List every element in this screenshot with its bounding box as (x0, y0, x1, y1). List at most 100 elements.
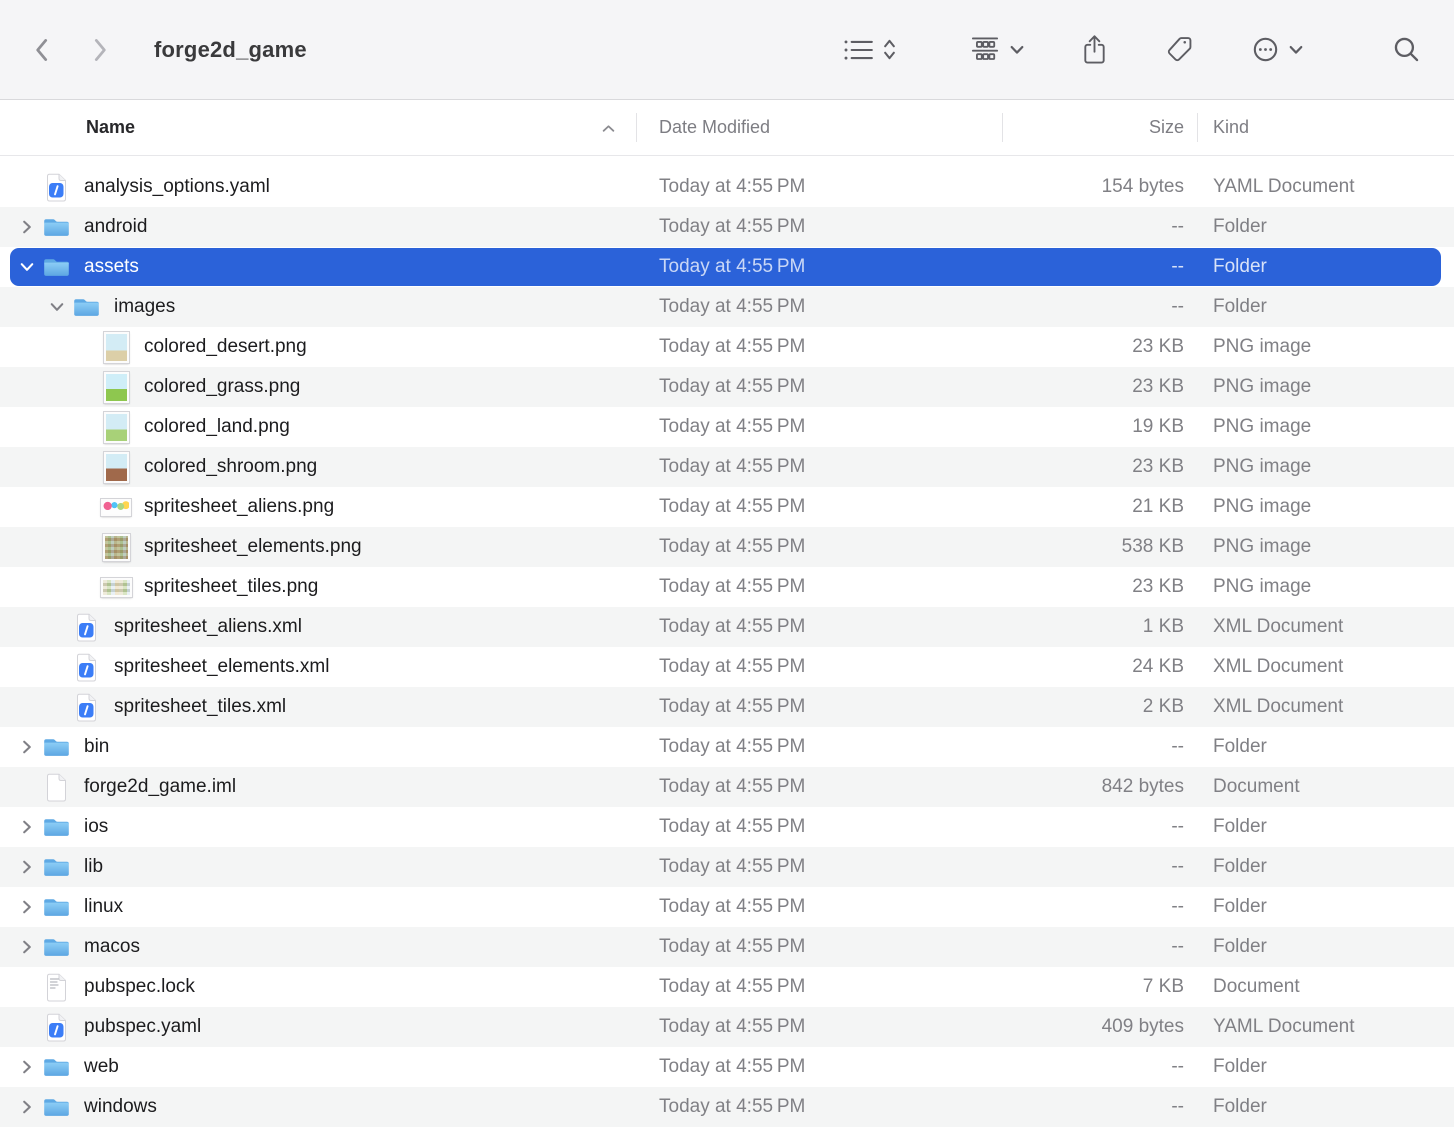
table-row[interactable]: colored_shroom.png Today at 4:55 PM 23 K… (0, 447, 1454, 487)
disclosure-chevron-icon[interactable] (16, 1100, 38, 1114)
size-cell: -- (1003, 727, 1198, 767)
date-modified-cell: Today at 4:55 PM (637, 887, 1003, 927)
table-row[interactable]: android Today at 4:55 PM -- Folder (0, 207, 1454, 247)
table-row[interactable]: spritesheet_elements.png Today at 4:55 P… (0, 527, 1454, 567)
disclosure-chevron-icon[interactable] (16, 740, 38, 754)
size-cell: -- (1003, 287, 1198, 327)
kind-cell: Folder (1198, 1047, 1454, 1087)
file-name: spritesheet_tiles.xml (114, 696, 286, 718)
table-row[interactable]: forge2d_game.iml Today at 4:55 PM 842 by… (0, 767, 1454, 807)
name-cell: linux (0, 887, 637, 927)
column-header-size[interactable]: Size (1003, 100, 1198, 155)
table-row[interactable]: bin Today at 4:55 PM -- Folder (0, 727, 1454, 767)
date-modified-cell: Today at 4:55 PM (637, 1047, 1003, 1087)
column-header-kind[interactable]: Kind (1198, 100, 1454, 155)
table-row[interactable]: analysis_options.yaml Today at 4:55 PM 1… (0, 167, 1454, 207)
chevron-down-icon (1010, 45, 1024, 55)
kind-cell: PNG image (1198, 327, 1454, 367)
table-row[interactable]: spritesheet_aliens.xml Today at 4:55 PM … (0, 607, 1454, 647)
kind-cell: Folder (1198, 247, 1454, 287)
text-document-icon (38, 973, 74, 1002)
name-cell: ios (0, 807, 637, 847)
folder-icon (38, 217, 74, 238)
name-cell: pubspec.yaml (0, 1007, 637, 1047)
size-cell: 24 KB (1003, 647, 1198, 687)
window-title: forge2d_game (154, 37, 307, 63)
date-modified-cell: Today at 4:55 PM (637, 407, 1003, 447)
size-cell: 409 bytes (1003, 1007, 1198, 1047)
name-cell: colored_shroom.png (0, 447, 637, 487)
file-name: spritesheet_aliens.png (144, 496, 334, 518)
name-cell: spritesheet_aliens.xml (0, 607, 637, 647)
kind-cell: YAML Document (1198, 167, 1454, 207)
view-options-button[interactable] (843, 37, 896, 63)
table-row[interactable]: linux Today at 4:55 PM -- Folder (0, 887, 1454, 927)
size-cell: -- (1003, 207, 1198, 247)
disclosure-chevron-icon[interactable] (16, 900, 38, 914)
column-header-date-modified[interactable]: Date Modified (637, 100, 1003, 155)
table-row[interactable]: windows Today at 4:55 PM -- Folder (0, 1087, 1454, 1127)
toolbar-controls (843, 34, 1454, 65)
file-name: spritesheet_tiles.png (144, 576, 318, 598)
date-modified-cell: Today at 4:55 PM (637, 247, 1003, 287)
kind-cell: Folder (1198, 207, 1454, 247)
column-header-size-label: Size (1149, 117, 1184, 138)
name-cell: assets (0, 247, 637, 287)
table-row[interactable]: spritesheet_aliens.png Today at 4:55 PM … (0, 487, 1454, 527)
table-row[interactable]: images Today at 4:55 PM -- Folder (0, 287, 1454, 327)
table-row[interactable]: colored_land.png Today at 4:55 PM 19 KB … (0, 407, 1454, 447)
table-row[interactable]: spritesheet_tiles.xml Today at 4:55 PM 2… (0, 687, 1454, 727)
share-button[interactable] (1082, 34, 1107, 65)
disclosure-chevron-icon[interactable] (16, 820, 38, 834)
table-row[interactable]: web Today at 4:55 PM -- Folder (0, 1047, 1454, 1087)
disclosure-chevron-icon[interactable] (16, 220, 38, 234)
forward-button[interactable] (93, 38, 108, 62)
date-modified-cell: Today at 4:55 PM (637, 767, 1003, 807)
file-name: windows (84, 1096, 157, 1118)
table-row[interactable]: colored_grass.png Today at 4:55 PM 23 KB… (0, 367, 1454, 407)
disclosure-chevron-icon[interactable] (46, 300, 68, 314)
table-row[interactable]: lib Today at 4:55 PM -- Folder (0, 847, 1454, 887)
kind-cell: Folder (1198, 807, 1454, 847)
kind-cell: PNG image (1198, 527, 1454, 567)
finder-window: forge2d_game Name Date Modified Size Kin… (0, 0, 1454, 1144)
kind-cell: Folder (1198, 927, 1454, 967)
chevron-down-icon (1289, 45, 1303, 55)
table-row[interactable]: colored_desert.png Today at 4:55 PM 23 K… (0, 327, 1454, 367)
kind-cell: XML Document (1198, 647, 1454, 687)
kind-cell: PNG image (1198, 367, 1454, 407)
back-button[interactable] (34, 38, 49, 62)
table-row[interactable]: spritesheet_tiles.png Today at 4:55 PM 2… (0, 567, 1454, 607)
tags-button[interactable] (1165, 35, 1194, 64)
table-row[interactable]: pubspec.lock Today at 4:55 PM 7 KB Docum… (0, 967, 1454, 1007)
name-cell: colored_land.png (0, 407, 637, 447)
date-modified-cell: Today at 4:55 PM (637, 367, 1003, 407)
table-row[interactable]: assets Today at 4:55 PM -- Folder (0, 247, 1454, 287)
column-header-name[interactable]: Name (0, 100, 637, 155)
table-row[interactable]: macos Today at 4:55 PM -- Folder (0, 927, 1454, 967)
name-cell: spritesheet_tiles.xml (0, 687, 637, 727)
toolbar: forge2d_game (0, 0, 1454, 100)
file-name: analysis_options.yaml (84, 176, 270, 198)
group-by-button[interactable] (970, 36, 1024, 64)
disclosure-chevron-icon[interactable] (16, 860, 38, 874)
kind-cell: PNG image (1198, 567, 1454, 607)
file-name: colored_shroom.png (144, 456, 317, 478)
date-modified-cell: Today at 4:55 PM (637, 327, 1003, 367)
date-modified-cell: Today at 4:55 PM (637, 847, 1003, 887)
kind-cell: Folder (1198, 887, 1454, 927)
table-row[interactable]: spritesheet_elements.xml Today at 4:55 P… (0, 647, 1454, 687)
disclosure-chevron-icon[interactable] (16, 260, 38, 274)
search-button[interactable] (1393, 36, 1420, 63)
table-row[interactable]: ios Today at 4:55 PM -- Folder (0, 807, 1454, 847)
name-cell: lib (0, 847, 637, 887)
size-cell: -- (1003, 847, 1198, 887)
file-name: colored_grass.png (144, 376, 300, 398)
disclosure-chevron-icon[interactable] (16, 940, 38, 954)
chevron-left-icon (34, 38, 49, 62)
more-actions-button[interactable] (1252, 36, 1303, 63)
disclosure-chevron-icon[interactable] (16, 1060, 38, 1074)
table-row[interactable]: pubspec.yaml Today at 4:55 PM 409 bytes … (0, 1007, 1454, 1047)
sort-arrows-icon (883, 37, 896, 62)
yaml-document-icon (38, 1013, 74, 1042)
